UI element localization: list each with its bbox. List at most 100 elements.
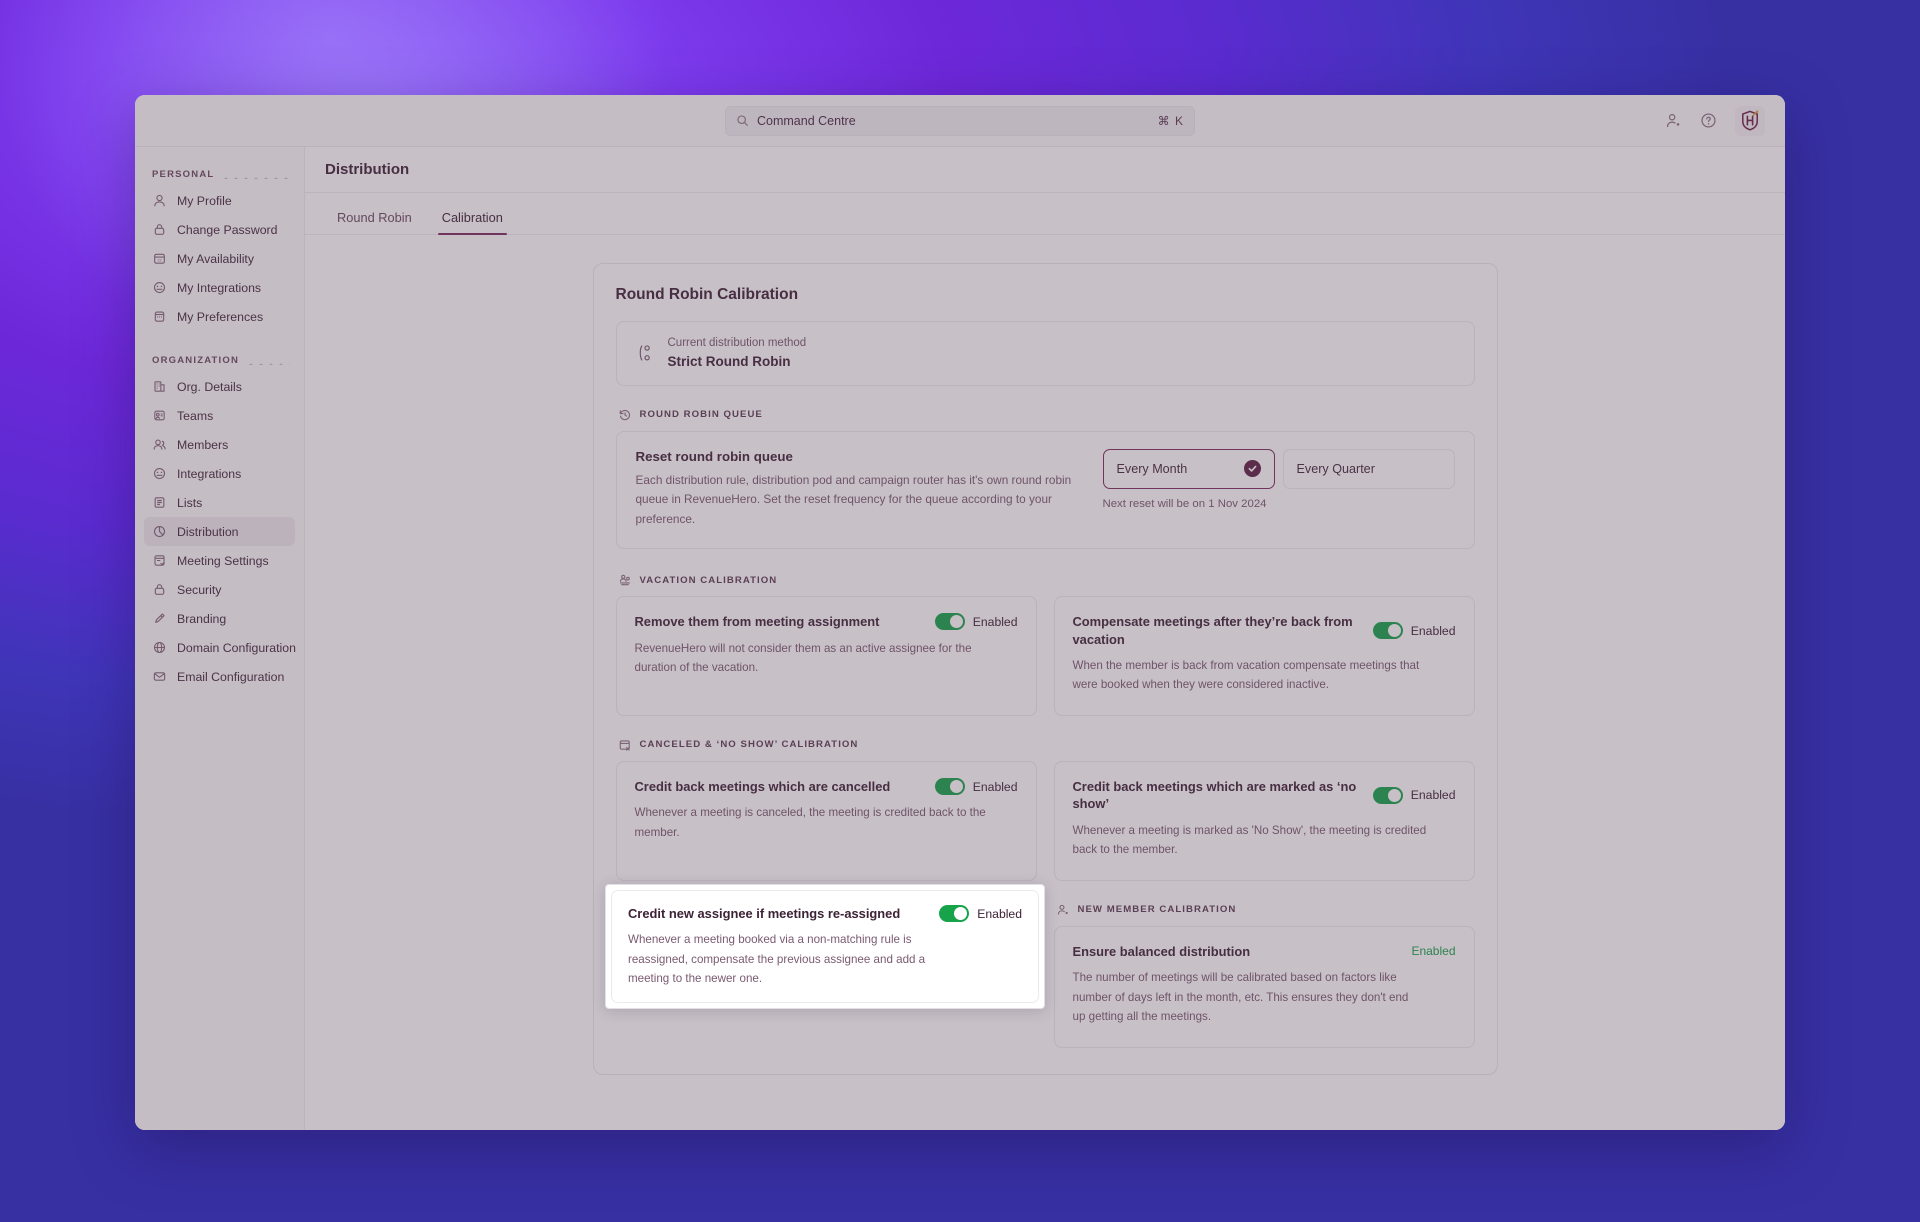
sidebar-item-branding[interactable]: Branding [144,604,295,633]
reset-queue-title: Reset round robin queue [635,448,793,464]
toggle-state-label: Enabled [977,906,1022,921]
sidebar-item-label: Teams [177,408,214,423]
search-input[interactable]: Command Centre [757,114,1150,128]
sidebar-item-security[interactable]: Security [144,575,295,604]
section-new-member-calibration: NEW MEMBER CALIBRATION Ensure balanced d… [1053,903,1475,1048]
sidebar-item-label: Members [177,437,229,452]
option-every-month[interactable]: Every Month [1102,448,1275,489]
section-header-round-robin-queue: ROUND ROBIN QUEUE [618,408,1475,422]
tab-round-robin[interactable]: Round Robin [325,203,424,234]
sidebar-item-org-details[interactable]: Org. Details [144,372,295,401]
command-centre-search[interactable]: Command Centre ⌘ K [725,105,1195,136]
option-label: Every Month [1116,461,1188,476]
page-header: Distribution [305,147,1785,193]
help-icon[interactable] [1700,112,1717,129]
section-header-label: NEW MEMBER CALIBRATION [1077,904,1237,916]
search-icon [737,115,748,126]
status-badge: Enabled [1411,944,1456,959]
next-reset-text: Next reset will be on 1 Nov 2024 [1102,497,1267,510]
card-control: Enabled [934,778,1018,796]
toggle-state-label: Enabled [972,614,1018,629]
sidebar-item-meeting-settings[interactable]: Meeting Settings [144,546,295,575]
preferences-icon [154,311,165,322]
sidebar-item-my-preferences[interactable]: My Preferences [144,302,295,331]
sidebar-item-label: Distribution [177,524,239,539]
reset-queue-text: Reset round robin queue Each distributio… [636,449,1083,529]
card-header: Compensate meetings after they’re back f… [1073,613,1456,648]
section-header-label: CANCELED & ‘NO SHOW’ CALIBRATION [639,739,859,751]
sidebar: PERSONAL My Profile Change Password 22 M… [135,147,305,1130]
reset-clock-icon [619,409,630,420]
squiggle-decoration [246,357,290,365]
revenuehero-logo[interactable] [1735,105,1765,136]
card-title: Credit back meetings which are marked as… [1072,778,1357,812]
page-title: Distribution [325,161,410,178]
card-description: Whenever a meeting booked via a non-matc… [628,933,926,986]
sidebar-group-label: PERSONAL [152,169,215,180]
sidebar-item-lists[interactable]: Lists [144,488,295,517]
sidebar-item-label: Change Password [177,222,278,237]
sidebar-group-label: ORGANIZATION [152,355,240,366]
sidebar-item-label: Branding [177,611,227,626]
toggle-switch[interactable] [939,905,970,923]
sidebar-item-my-profile[interactable]: My Profile [144,186,295,215]
card-control: Enabled [1411,944,1455,958]
distribution-nodes-icon [639,345,650,361]
setting-card-compensate-after-vacation: Compensate meetings after they’re back f… [1053,596,1475,716]
section-header-vacation: VACATION CALIBRATION [618,573,1475,587]
sidebar-item-email-configuration[interactable]: Email Configuration [144,662,295,691]
calendar-icon: 22 [154,253,165,264]
main-panel: Distribution Round Robin Calibration Rou… [305,147,1785,1130]
tab-bar: Round Robin Calibration [305,193,1785,235]
sidebar-item-domain-configuration[interactable]: Domain Configuration [144,633,296,662]
option-every-quarter[interactable]: Every Quarter [1282,448,1455,489]
card-title: Credit back meetings which are cancelled [634,778,891,794]
card-title: Compensate meetings after they’re back f… [1072,614,1353,647]
lock-icon [154,224,165,235]
globe-icon [153,641,166,654]
sidebar-item-label: Domain Configuration [177,640,296,655]
squiggle-decoration [221,171,290,179]
lock-icon [154,584,165,595]
sidebar-group-personal-header: PERSONAL [135,161,304,186]
card-control: Enabled [1372,786,1456,804]
highlighted-setting-card-wrapper: Credit new assignee if meetings re-assig… [605,884,1045,1009]
card-title: Credit new assignee if meetings re-assig… [628,906,901,921]
top-bar-actions [1665,105,1765,136]
sidebar-item-label: Org. Details [177,379,242,394]
toggle-switch[interactable] [1372,786,1403,804]
sidebar-item-label: Security [177,582,222,597]
sidebar-item-change-password[interactable]: Change Password [144,215,295,244]
card-control: Enabled [939,905,1022,923]
top-bar: Command Centre ⌘ K [135,95,1785,147]
card-header: Credit back meetings which are cancelled… [634,778,1018,796]
toggle-switch[interactable] [1372,622,1403,640]
sidebar-item-label: My Profile [177,193,232,208]
setting-card-remove-from-assignment: Remove them from meeting assignment Enab… [615,596,1037,716]
sidebar-item-members[interactable]: Members [144,430,295,459]
toggle-switch[interactable] [934,778,965,796]
sidebar-item-teams[interactable]: Teams [144,401,295,430]
section-header-canceled: CANCELED & ‘NO SHOW’ CALIBRATION [618,738,1475,752]
mail-icon [153,672,166,681]
tab-label: Round Robin [337,210,412,225]
card-control: Enabled [934,613,1018,631]
reset-frequency-selector: Every Month Every Quarter Next reset wil… [1102,448,1455,529]
current-distribution-method-box: Current distribution method Strict Round… [615,321,1475,386]
sidebar-item-label: Email Configuration [177,669,285,684]
sidebar-item-my-integrations[interactable]: My Integrations [144,273,295,302]
tab-label: Calibration [441,210,503,225]
teams-icon [154,410,165,421]
sidebar-item-distribution[interactable]: Distribution [144,517,295,546]
section-header-new-member: NEW MEMBER CALIBRATION [1056,903,1475,917]
toggle-switch[interactable] [934,613,965,631]
sidebar-item-integrations[interactable]: Integrations [144,459,295,488]
svg-text:22: 22 [157,258,161,262]
setting-card-credit-new-assignee[interactable]: Credit new assignee if meetings re-assig… [611,890,1039,1003]
vacation-icon [619,574,630,586]
add-user-icon[interactable] [1665,112,1682,129]
tab-calibration[interactable]: Calibration [430,203,515,235]
card-title: Remove them from meeting assignment [634,614,880,630]
vacation-cards-grid: Remove them from meeting assignment Enab… [615,596,1475,716]
sidebar-item-my-availability[interactable]: 22 My Availability [144,244,295,273]
